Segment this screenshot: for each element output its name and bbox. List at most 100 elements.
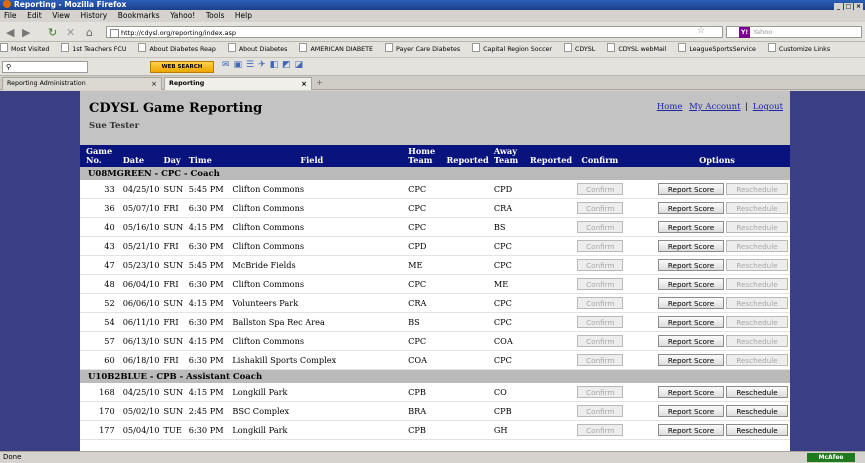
confirm-button[interactable]: Confirm	[577, 183, 624, 195]
confirm-button[interactable]: Confirm	[577, 405, 624, 417]
report-score-button[interactable]: Report Score	[658, 335, 724, 347]
new-tab-icon[interactable]: +	[316, 78, 323, 87]
report-score-button[interactable]: Report Score	[658, 316, 724, 328]
bookmark-payer-care[interactable]: Payer Care Diabetes	[385, 46, 460, 53]
menu-file[interactable]: File	[4, 11, 17, 20]
confirm-button[interactable]: Confirm	[577, 335, 624, 347]
tab-close-icon[interactable]: ×	[151, 78, 157, 90]
confirm-button[interactable]: Confirm	[577, 221, 624, 233]
url-text: http://cdysl.org/reporting/index.asp	[121, 29, 237, 37]
menu-help[interactable]: Help	[235, 11, 252, 20]
reschedule-button[interactable]: Reschedule	[726, 405, 788, 417]
confirm-button[interactable]: Confirm	[577, 386, 624, 398]
menu-edit[interactable]: Edit	[27, 11, 42, 20]
toolbar-icons[interactable]: ✉▣☰✈◧◩◪	[222, 60, 307, 70]
confirm-button[interactable]: Confirm	[577, 424, 624, 436]
tab-reporting-administration[interactable]: Reporting Administration ×	[2, 77, 162, 90]
mcafee-badge[interactable]: McAfee	[807, 453, 855, 462]
table-row: 40 05/16/10 SUN 4:15 PM Clifton Commons CPC BS…	[80, 217, 790, 237]
group-header: U10B2BLUE - CPB - Assistant Coach	[80, 369, 790, 383]
reschedule-button[interactable]: Reschedule	[726, 424, 788, 436]
confirm-button[interactable]: Confirm	[577, 297, 624, 309]
web-search-button[interactable]: WEB SEARCH	[150, 61, 214, 73]
home-reported	[444, 420, 492, 440]
confirm-button[interactable]: Confirm	[577, 240, 624, 252]
report-score-button[interactable]: Report Score	[658, 297, 724, 309]
report-score-button[interactable]: Report Score	[658, 424, 724, 436]
table-row: 60 06/18/10 FRI 6:30 PM Lishakill Sports Com…	[80, 350, 790, 370]
reschedule-button[interactable]: Reschedule	[726, 259, 788, 271]
game-date: 05/16/10	[120, 217, 162, 237]
bookmark-star-icon[interactable]: ☆	[697, 26, 705, 36]
col-options: Options	[644, 145, 790, 167]
menu-history[interactable]: History	[81, 11, 108, 20]
yahoo-search-box[interactable]: Y! Yahoo	[726, 26, 862, 38]
home-icon[interactable]: ⌂	[86, 26, 93, 39]
reload-icon[interactable]: ↻	[48, 26, 57, 39]
confirm-button[interactable]: Confirm	[577, 278, 624, 290]
game-field: Ballston Spa Rec Area	[230, 312, 407, 332]
report-score-button[interactable]: Report Score	[658, 386, 724, 398]
reschedule-button[interactable]: Reschedule	[726, 386, 788, 398]
bookmark-about-diabetes-reap[interactable]: About Diabetes Reap	[138, 46, 215, 53]
yahoo-logo-icon: Y!	[739, 27, 751, 38]
home-reported	[444, 350, 492, 370]
bookmarks-toolbar: Most Visited 1st Teachers FCU About Diab…	[0, 42, 865, 58]
bookmark-1st-teachers[interactable]: 1st Teachers FCU	[61, 46, 126, 53]
reschedule-button[interactable]: Reschedule	[726, 278, 788, 290]
report-score-button[interactable]: Report Score	[658, 240, 724, 252]
report-score-button[interactable]: Report Score	[658, 354, 724, 366]
stop-icon[interactable]: ✕	[66, 26, 75, 39]
reschedule-button[interactable]: Reschedule	[726, 202, 788, 214]
bookmark-cdysl[interactable]: CDYSL	[564, 46, 595, 53]
report-score-button[interactable]: Report Score	[658, 278, 724, 290]
reschedule-button[interactable]: Reschedule	[726, 297, 788, 309]
logout-link[interactable]: Logout	[753, 102, 783, 112]
tab-bar: Reporting Administration × Reporting × +	[0, 76, 865, 90]
report-score-button[interactable]: Report Score	[658, 202, 724, 214]
search-placeholder: Yahoo	[753, 28, 773, 36]
reschedule-button[interactable]: Reschedule	[726, 221, 788, 233]
games-table: Game No. Date Day Time Field Home Team R…	[80, 145, 790, 440]
back-icon[interactable]: ◀	[6, 26, 14, 39]
away-team: CPC	[491, 236, 528, 256]
search-icon: ⚲	[6, 63, 12, 71]
bookmark-american-diabete[interactable]: AMERICAN DIABETE	[299, 46, 373, 53]
report-score-button[interactable]: Report Score	[658, 405, 724, 417]
home-team: CPB	[406, 420, 445, 440]
menu-yahoo[interactable]: Yahoo!	[170, 11, 195, 20]
forward-icon[interactable]: ▶	[22, 26, 30, 39]
col-reported-2: Reported	[527, 145, 576, 167]
bookmark-cdysl-webmail[interactable]: CDYSL webMail	[607, 46, 666, 53]
menu-tools[interactable]: Tools	[206, 11, 224, 20]
reschedule-button[interactable]: Reschedule	[726, 183, 788, 195]
page-icon	[110, 29, 119, 38]
bookmark-customize-links[interactable]: Customize Links	[768, 46, 830, 53]
group-name: U08MGREEN - CPC - Coach	[80, 167, 790, 180]
confirm-button[interactable]: Confirm	[577, 202, 624, 214]
menu-view[interactable]: View	[52, 11, 70, 20]
reschedule-button[interactable]: Reschedule	[726, 316, 788, 328]
bookmark-about-diabetes[interactable]: About Diabetes	[228, 46, 288, 53]
tab-close-icon[interactable]: ×	[301, 78, 307, 90]
url-bar[interactable]: http://cdysl.org/reporting/index.asp	[106, 26, 723, 38]
firefox-icon	[3, 0, 11, 8]
confirm-button[interactable]: Confirm	[577, 259, 624, 271]
confirm-button[interactable]: Confirm	[577, 354, 624, 366]
tab-reporting[interactable]: Reporting ×	[164, 77, 312, 90]
report-score-button[interactable]: Report Score	[658, 183, 724, 195]
report-score-button[interactable]: Report Score	[658, 221, 724, 233]
bookmark-league-sports[interactable]: LeagueSportsService	[678, 46, 755, 53]
bookmark-capital-region[interactable]: Capital Region Soccer	[472, 46, 552, 53]
reschedule-button[interactable]: Reschedule	[726, 354, 788, 366]
home-reported	[444, 331, 492, 351]
report-score-button[interactable]: Report Score	[658, 259, 724, 271]
reschedule-button[interactable]: Reschedule	[726, 335, 788, 347]
confirm-button[interactable]: Confirm	[577, 316, 624, 328]
bookmark-most-visited[interactable]: Most Visited	[0, 46, 49, 53]
menu-bookmarks[interactable]: Bookmarks	[118, 11, 160, 20]
my-account-link[interactable]: My Account	[689, 102, 740, 112]
reschedule-button[interactable]: Reschedule	[726, 240, 788, 252]
home-link[interactable]: Home	[657, 102, 683, 112]
toolbar-search-input[interactable]: ⚲	[2, 61, 88, 73]
